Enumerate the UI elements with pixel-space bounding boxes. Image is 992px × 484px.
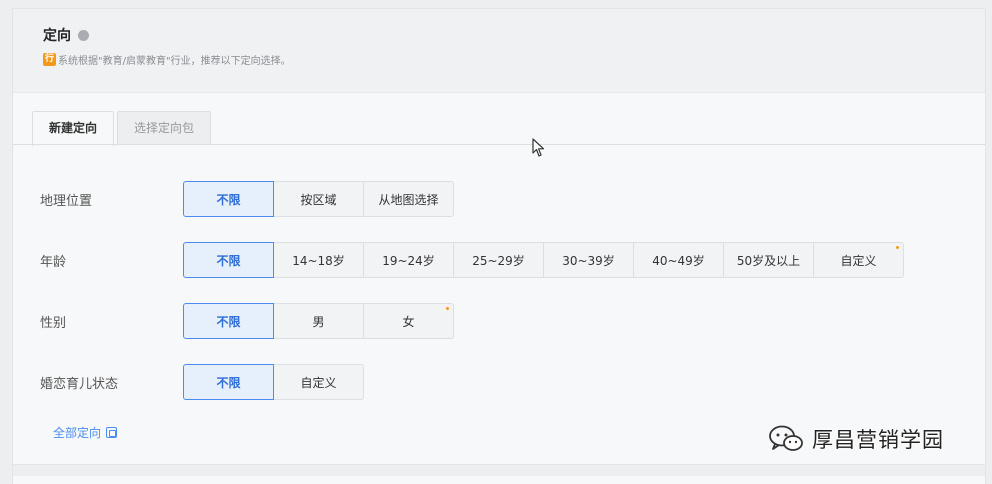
gender-option-unlimited[interactable]: 不限 (183, 303, 274, 339)
tab-select-package[interactable]: 选择定向包 (117, 111, 212, 145)
age-option-50-plus[interactable]: 50岁及以上 (723, 242, 814, 278)
age-option-14-18[interactable]: 14~18岁 (273, 242, 364, 278)
age-label: 年龄 (40, 254, 67, 270)
age-options: 不限 14~18岁 19~24岁 25~29岁 30~39岁 40~49岁 50… (183, 242, 904, 278)
gender-option-male[interactable]: 男 (273, 303, 364, 339)
marital-option-custom[interactable]: 自定义 (273, 364, 364, 400)
panel-header: 定向 行 系统根据"教育/启蒙教育"行业，推荐以下定向选择。 (13, 9, 985, 93)
new-indicator-dot (896, 246, 899, 249)
external-link-icon (106, 427, 118, 438)
age-option-40-49[interactable]: 40~49岁 (633, 242, 724, 278)
targeting-tabs: 新建定向 选择定向包 (32, 111, 214, 146)
tabs-divider (13, 144, 985, 145)
wechat-icon (769, 425, 803, 451)
row-age: 年龄 不限 14~18岁 19~24岁 25~29岁 30~39岁 40~49岁… (40, 242, 904, 278)
location-options: 不限 按区域 从地图选择 (183, 181, 454, 217)
mouse-cursor-icon (532, 138, 545, 157)
new-indicator-dot (446, 307, 449, 310)
industry-tip-icon: 行 (43, 53, 56, 66)
marital-options: 不限 自定义 (183, 364, 364, 400)
gender-label: 性别 (40, 315, 67, 331)
location-option-map[interactable]: 从地图选择 (363, 181, 454, 217)
location-option-region[interactable]: 按区域 (273, 181, 364, 217)
gender-female-label: 女 (402, 314, 415, 329)
row-gender: 性别 不限 男 女 (40, 303, 454, 339)
recommendation-tip: 系统根据"教育/启蒙教育"行业，推荐以下定向选择。 (58, 56, 291, 67)
gender-option-female[interactable]: 女 (363, 303, 454, 339)
location-label: 地理位置 (40, 193, 93, 209)
age-option-custom[interactable]: 自定义 (813, 242, 904, 278)
row-location: 地理位置 不限 按区域 从地图选择 (40, 181, 454, 217)
help-icon[interactable] (78, 29, 89, 41)
location-option-unlimited[interactable]: 不限 (183, 181, 274, 217)
age-option-unlimited[interactable]: 不限 (183, 242, 274, 278)
marital-label: 婚恋育儿状态 (40, 376, 119, 392)
all-targeting-label: 全部定向 (53, 426, 102, 440)
tab-new-targeting[interactable]: 新建定向 (32, 111, 115, 146)
age-option-19-24[interactable]: 19~24岁 (363, 242, 454, 278)
watermark-text: 厚昌营销学园 (812, 428, 944, 452)
age-option-25-29[interactable]: 25~29岁 (453, 242, 544, 278)
all-targeting-link[interactable]: 全部定向 (53, 424, 118, 441)
age-custom-label: 自定义 (840, 253, 877, 268)
section-title: 定向 (43, 28, 71, 44)
panel-bottom-bar (13, 464, 985, 476)
watermark: 厚昌营销学园 (768, 424, 944, 454)
row-marital-status: 婚恋育儿状态 不限 自定义 (40, 364, 364, 400)
age-option-30-39[interactable]: 30~39岁 (543, 242, 634, 278)
gender-options: 不限 男 女 (183, 303, 454, 339)
marital-option-unlimited[interactable]: 不限 (183, 364, 274, 400)
